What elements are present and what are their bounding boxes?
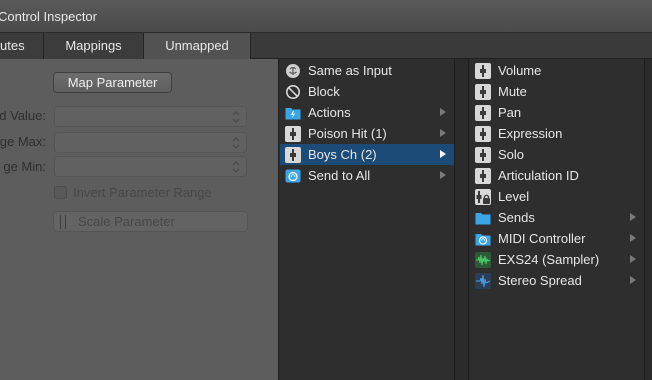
list-item-label: Stereo Spread [498,273,582,288]
tab-mappings[interactable]: Mappings [44,33,144,59]
title-bar: Control Inspector [0,0,652,33]
scale-parameter-label: Scale Parameter [78,214,175,229]
stepper-icon[interactable] [231,110,241,124]
channel-strip-icon [285,126,301,142]
list-item-poison-hit[interactable]: Poison Hit (1) [280,123,454,144]
list-item-exs24-sampler[interactable]: EXS24 (Sampler) [470,249,644,270]
folder-icon [475,213,491,225]
fader-icon [475,147,491,163]
list-item-volume[interactable]: Volume [470,60,644,81]
midi-folder-icon [475,234,491,246]
actions-folder-icon [285,108,301,120]
column-divider [456,59,469,380]
list-item-label: Articulation ID [498,168,579,183]
list-item-label: Pan [498,105,522,120]
list-item-mute[interactable]: Mute [470,81,644,102]
list-item-label: Poison Hit (1) [308,126,387,141]
list-item-boys-ch[interactable]: Boys Ch (2) [280,144,454,165]
range-max-label: ge Max: [0,134,46,149]
list-item-label: EXS24 (Sampler) [498,252,600,267]
submenu-arrow-icon [630,213,636,221]
stepper-icon[interactable] [231,136,241,150]
list-item-label: Boys Ch (2) [308,147,377,162]
fader-icon [475,84,491,100]
scale-parameter-button[interactable]: Scale Parameter [53,211,248,232]
fader-icon [475,126,491,142]
tab-unmapped[interactable]: Unmapped [144,33,251,59]
list-item-label: Expression [498,126,563,141]
list-item-same-as-input[interactable]: Same as Input [280,60,454,81]
fixed-value-label: d Value: [0,108,46,123]
list-item-articulation-id[interactable]: Articulation ID [470,165,644,186]
block-icon [286,85,300,99]
tab-attributes[interactable]: utes [0,33,44,59]
list-item-label: Block [308,84,340,99]
list-item-label: Send to All [308,168,371,183]
list-item-midi-controller[interactable]: MIDI Controller [470,228,644,249]
brain-icon [286,64,300,78]
list-item-label: Same as Input [308,63,392,78]
list-item-level[interactable]: Level [470,186,644,207]
list-item-block[interactable]: Block [280,81,454,102]
range-min-label: ge Min: [3,159,46,174]
submenu-arrow-icon [630,276,636,284]
submenu-arrow-icon [440,150,446,158]
invert-parameter-range-checkbox[interactable] [54,186,67,199]
scale-handle-icon [60,215,66,229]
list-item-label: Mute [498,84,527,99]
stereo-spread-icon [475,273,491,289]
list-item-stereo-spread[interactable]: Stereo Spread [470,270,644,291]
submenu-arrow-icon [440,108,446,116]
list-item-actions[interactable]: Actions [280,102,454,123]
fader-icon [475,105,491,121]
list-item-label: Solo [498,147,525,162]
list-item-label: MIDI Controller [498,231,586,246]
list-item-pan[interactable]: Pan [470,102,644,123]
stepper-icon[interactable] [231,160,241,174]
range-max-field[interactable] [54,132,247,153]
fader-icon [475,168,491,184]
mapping-inspector-panel: Map Parameter d Value: ge Max: ge Min: I… [0,59,279,380]
range-min-field[interactable] [54,156,247,177]
channel-strip-icon [285,147,301,163]
parameter-list: Volume Mute Pan Expression Solo Articula… [470,59,645,380]
list-item-expression[interactable]: Expression [470,123,644,144]
map-parameter-button[interactable]: Map Parameter [53,72,172,93]
window-title: Control Inspector [0,9,97,24]
list-item-label: Actions [308,105,351,120]
list-item-label: Level [498,189,530,204]
send-to-all-icon [285,169,301,183]
list-item-solo[interactable]: Solo [470,144,644,165]
submenu-arrow-icon [630,234,636,242]
tab-bar: utes Mappings Unmapped [0,33,652,59]
destination-list: Same as Input Block Actions Poison Hit (… [280,59,455,380]
submenu-arrow-icon [630,255,636,263]
submenu-arrow-icon [440,171,446,179]
fader-icon [475,63,491,79]
list-item-label: Volume [498,63,542,78]
fixed-value-field[interactable] [54,106,247,127]
column-divider [646,59,652,380]
locked-fader-icon [475,189,491,205]
invert-parameter-range-label: Invert Parameter Range [73,185,212,200]
list-item-sends[interactable]: Sends [470,207,644,228]
submenu-arrow-icon [440,129,446,137]
waveform-icon [475,252,491,268]
list-item-label: Sends [498,210,535,225]
list-item-send-to-all[interactable]: Send to All [280,165,454,186]
